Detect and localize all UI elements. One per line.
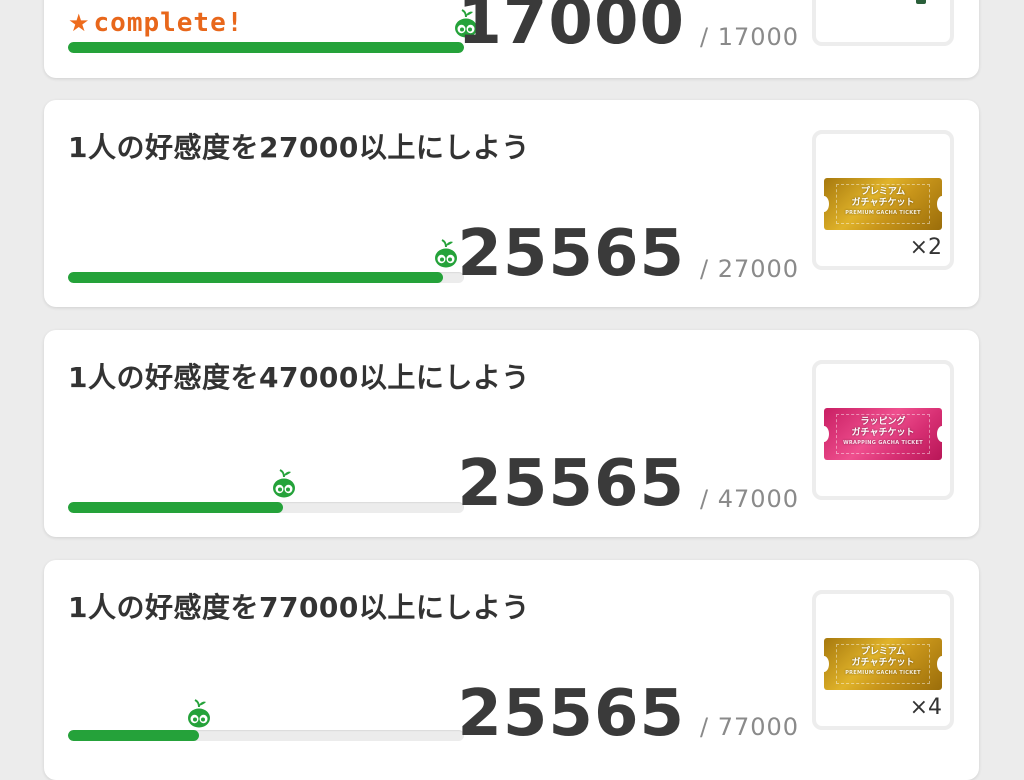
mission-title: 1人の好感度を77000以上にしよう — [68, 591, 530, 624]
complete-label: complete! — [93, 8, 244, 38]
reward-slot[interactable] — [812, 0, 954, 46]
mission-card: 1人の好感度を77000以上にしよう 25565 / 77000 プレミアム ガ… — [44, 560, 979, 780]
premium-gacha-ticket-icon: プレミアム ガチャチケット PREMIUM GACHA TICKET — [819, 178, 947, 230]
mission-title: 1人の好感度を47000以上にしよう — [68, 361, 530, 394]
mission-card: 1人の好感度を47000以上にしよう 25565 / 47000 ラッピング ガ… — [44, 330, 979, 537]
reward-item-icon — [916, 0, 926, 4]
progress-track — [68, 42, 464, 53]
goal-value: / 17000 — [700, 23, 800, 51]
mascot-icon — [272, 468, 296, 498]
current-affection-value: 25565 — [457, 217, 685, 291]
current-affection-value: 17000 — [457, 0, 685, 59]
wrapping-gacha-ticket-icon: ラッピング ガチャチケット WRAPPING GACHA TICKET — [819, 408, 947, 460]
mission-card: 1人の好感度を27000以上にしよう 25565 / 27000 プレミアム ガ… — [44, 100, 979, 307]
goal-value: / 47000 — [700, 485, 800, 513]
reward-slot[interactable]: ラッピング ガチャチケット WRAPPING GACHA TICKET — [812, 360, 954, 500]
reward-quantity: ×2 — [909, 235, 942, 260]
progress-fill — [68, 730, 200, 741]
reward-slot[interactable]: プレミアム ガチャチケット PREMIUM GACHA TICKET ×4 — [812, 590, 954, 730]
mascot-icon — [434, 238, 458, 268]
progress-fill — [68, 42, 464, 53]
complete-status: ★ complete! — [68, 8, 243, 38]
mission-card-complete: ★ complete! 17000 / 17000 — [44, 0, 979, 78]
progress-track — [68, 502, 464, 513]
premium-gacha-ticket-icon: プレミアム ガチャチケット PREMIUM GACHA TICKET — [819, 638, 947, 690]
star-icon: ★ — [68, 9, 90, 37]
mascot-icon — [187, 698, 211, 728]
mission-title: 1人の好感度を27000以上にしよう — [68, 131, 530, 164]
progress-fill — [68, 272, 443, 283]
progress-track — [68, 730, 464, 741]
reward-slot[interactable]: プレミアム ガチャチケット PREMIUM GACHA TICKET ×2 — [812, 130, 954, 270]
progress-fill — [68, 502, 284, 513]
goal-value: / 27000 — [700, 255, 800, 283]
current-affection-value: 25565 — [457, 677, 685, 751]
goal-value: / 77000 — [700, 713, 800, 741]
current-affection-value: 25565 — [457, 447, 685, 521]
reward-quantity: ×4 — [909, 695, 942, 720]
progress-track — [68, 272, 464, 283]
